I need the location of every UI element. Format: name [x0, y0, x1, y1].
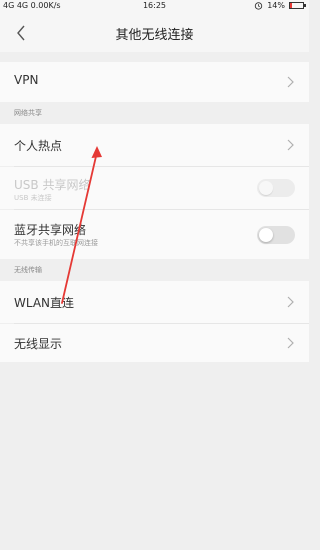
hotspot-label: 个人热点 [14, 139, 63, 153]
chevron-right-icon [287, 296, 294, 308]
bluetooth-sub: 不共享该手机的互联网连接 [14, 239, 98, 247]
usb-label: USB 共享网络 [14, 178, 91, 192]
personal-hotspot-item[interactable]: 个人热点 [0, 124, 309, 166]
status-right: 14% [254, 1, 306, 10]
chevron-right-icon [287, 337, 294, 349]
bluetooth-tethering-toggle[interactable] [257, 226, 295, 244]
battery-percent: 14% [267, 1, 285, 10]
vpn-label: VPN [14, 73, 39, 87]
wlan-direct-item[interactable]: WLAN直连 [0, 281, 309, 323]
section-title: 网络共享 [14, 109, 42, 117]
usb-tethering-item: USB 共享网络 USB 未连接 [0, 167, 309, 209]
status-bar: 4G 4G 0.00K/s 16:25 14% [0, 0, 309, 14]
vpn-item[interactable]: VPN [0, 62, 309, 102]
wlan-direct-label: WLAN直连 [14, 296, 75, 310]
page-title: 其他无线连接 [115, 28, 194, 43]
battery-icon [289, 2, 306, 9]
chevron-right-icon [287, 76, 294, 88]
bluetooth-tethering-item[interactable]: 蓝牙共享网络 不共享该手机的互联网连接 [0, 210, 309, 259]
section-network-sharing: 网络共享 [0, 102, 309, 124]
wireless-display-item[interactable]: 无线显示 [0, 324, 309, 362]
usb-sub: USB 未连接 [14, 194, 52, 202]
section-wireless-transfer: 无线传输 [0, 259, 309, 281]
app-header: 其他无线连接 [0, 14, 309, 52]
chevron-right-icon [287, 139, 294, 151]
bluetooth-label: 蓝牙共享网络 [14, 223, 87, 237]
alarm-icon [255, 2, 263, 10]
wireless-display-label: 无线显示 [14, 337, 63, 351]
usb-tethering-toggle [257, 179, 295, 197]
section-title: 无线传输 [14, 266, 42, 274]
